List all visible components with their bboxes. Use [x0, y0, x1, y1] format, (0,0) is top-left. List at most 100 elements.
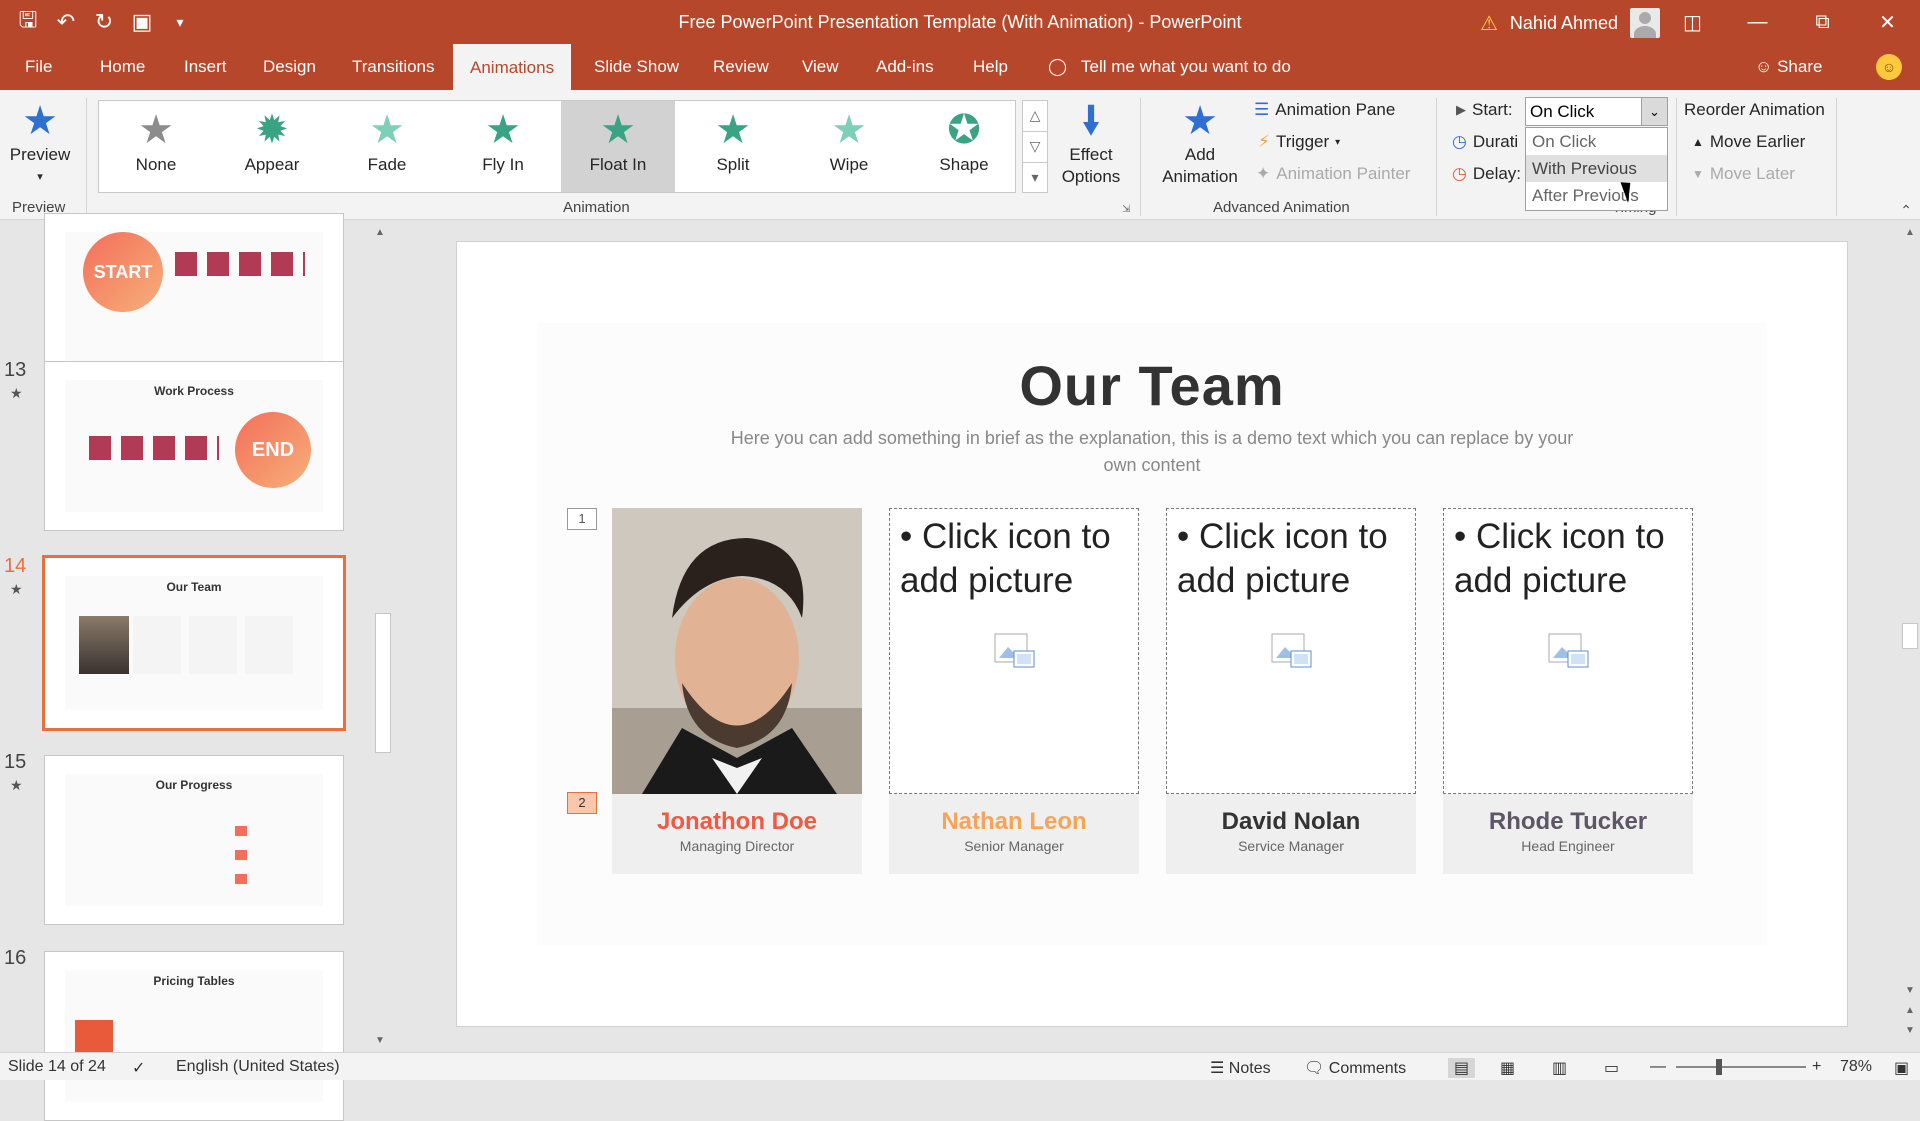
zoom-out-icon[interactable]: —	[1650, 1058, 1666, 1076]
member-name[interactable]: Jonathon Doe	[612, 808, 862, 836]
slide-sorter-icon[interactable]: ▦	[1500, 1058, 1515, 1078]
notes-button[interactable]: ☰ Notes	[1210, 1058, 1271, 1078]
thumbnails-scrollbar[interactable]: ▲ ▼	[373, 221, 393, 1051]
slide-thumbnail-15[interactable]: Our Progress	[44, 755, 344, 925]
option-after-previous[interactable]: After Previous	[1526, 182, 1667, 209]
slide-canvas[interactable]: Our Team Here you can add something in b…	[456, 241, 1848, 1027]
member-name[interactable]: Rhode Tucker	[1443, 808, 1693, 836]
tab-animations[interactable]: Animations	[453, 44, 572, 90]
spellcheck-icon[interactable]: ✓	[132, 1058, 145, 1078]
tab-file[interactable]: File	[25, 44, 52, 90]
tell-me-box[interactable]: ◯ Tell me what you want to do	[1048, 44, 1291, 90]
anim-fly-in[interactable]: ★ Fly In	[446, 101, 560, 192]
tab-transitions[interactable]: Transitions	[352, 44, 435, 90]
fit-to-window-icon[interactable]: ▣	[1894, 1058, 1909, 1078]
start-dropdown[interactable]: On Click ⌄	[1525, 97, 1668, 126]
anim-shape[interactable]: ✪ Shape	[907, 101, 1021, 192]
tab-insert[interactable]: Insert	[184, 44, 227, 90]
animation-tag-1[interactable]: 1	[567, 508, 597, 530]
team-member-3[interactable]: • Click icon to add picture David Nolan …	[1166, 508, 1416, 874]
option-with-previous[interactable]: With Previous	[1526, 155, 1667, 182]
member-role[interactable]: Managing Director	[612, 838, 862, 854]
picture-placeholder[interactable]: • Click icon to add picture	[889, 508, 1139, 794]
anim-none[interactable]: ★ None	[99, 101, 213, 192]
scroll-up-icon[interactable]: ▲	[375, 227, 385, 238]
zoom-in-icon[interactable]: +	[1812, 1058, 1821, 1076]
tab-design[interactable]: Design	[263, 44, 316, 90]
member-role[interactable]: Head Engineer	[1443, 838, 1693, 854]
editor-scrollbar[interactable]: ▲ ▼ ▲ ▼	[1900, 221, 1920, 1051]
trigger-button[interactable]: ⚡ Trigger ▾	[1258, 132, 1340, 152]
avatar[interactable]	[1630, 8, 1660, 38]
slide-thumbnail-14[interactable]: Our Team	[42, 555, 346, 731]
member-name[interactable]: David Nolan	[1166, 808, 1416, 836]
member-name[interactable]: Nathan Leon	[889, 808, 1139, 836]
anim-float-in[interactable]: ★ Float In	[561, 101, 675, 192]
scrollbar-thumb[interactable]	[375, 613, 391, 753]
slide-subtitle[interactable]: Here you can add something in brief as t…	[717, 425, 1587, 479]
picture-placeholder[interactable]: • Click icon to add picture	[1166, 508, 1416, 794]
previous-slide-icon[interactable]: ▲	[1905, 1005, 1915, 1016]
user-area[interactable]: ⚠ Nahid Ahmed	[1480, 8, 1660, 38]
add-animation-button[interactable]: ★ Add Animation	[1150, 98, 1250, 188]
reading-view-icon[interactable]: ▥	[1552, 1058, 1567, 1078]
normal-view-icon[interactable]: ▤	[1448, 1058, 1476, 1078]
scroll-down-icon[interactable]: ▼	[1905, 985, 1915, 996]
team-member-1[interactable]: Jonathon Doe Managing Director	[612, 508, 862, 874]
slideshow-icon[interactable]: ▭	[1604, 1058, 1619, 1078]
picture-placeholder[interactable]: • Click icon to add picture	[1443, 508, 1693, 794]
move-earlier-button[interactable]: ▲ Move Earlier	[1692, 132, 1805, 152]
animation-painter-button[interactable]: ✦ Animation Painter	[1256, 164, 1410, 184]
tab-add-ins[interactable]: Add-ins	[876, 44, 934, 90]
effect-options-button[interactable]: 🠛 Effect Options	[1050, 98, 1132, 188]
gallery-more-icon[interactable]: ▾	[1022, 162, 1048, 193]
restore-icon[interactable]: ⧉	[1790, 0, 1855, 44]
slide-thumbnail-13[interactable]: Work Process END	[44, 361, 344, 531]
member-role[interactable]: Senior Manager	[889, 838, 1139, 854]
insert-picture-icon[interactable]	[994, 633, 1036, 671]
scroll-down-icon[interactable]: ▼	[375, 1035, 385, 1046]
next-slide-icon[interactable]: ▼	[1905, 1025, 1915, 1036]
minimize-icon[interactable]: —	[1725, 0, 1790, 44]
close-icon[interactable]: ✕	[1855, 0, 1920, 44]
move-later-button[interactable]: ▼ Move Later	[1692, 164, 1795, 184]
slide-thumbnail-16[interactable]: Pricing Tables	[44, 951, 344, 1121]
language-indicator[interactable]: English (United States)	[176, 1058, 340, 1076]
team-member-4[interactable]: • Click icon to add picture Rhode Tucker…	[1443, 508, 1693, 874]
tab-help[interactable]: Help	[973, 44, 1008, 90]
tab-home[interactable]: Home	[100, 44, 145, 90]
zoom-slider-thumb[interactable]	[1716, 1059, 1722, 1075]
scroll-up-icon[interactable]: ▲	[1905, 227, 1915, 238]
tab-review[interactable]: Review	[713, 44, 769, 90]
share-button[interactable]: ☺ Share	[1755, 44, 1822, 90]
dialog-launcher-icon[interactable]: ⇲	[1122, 204, 1130, 215]
user-name[interactable]: Nahid Ahmed	[1510, 13, 1618, 34]
comments-button[interactable]: 🗨 Comments	[1304, 1058, 1406, 1078]
anim-fade[interactable]: ★ Fade	[330, 101, 444, 192]
animation-pane-button[interactable]: ☰ Animation Pane	[1254, 100, 1395, 120]
anim-appear[interactable]: ✹ Appear	[215, 101, 329, 192]
zoom-slider[interactable]	[1676, 1066, 1806, 1068]
gallery-up-icon[interactable]: △	[1022, 100, 1048, 131]
option-on-click[interactable]: On Click	[1526, 128, 1667, 155]
team-member-2[interactable]: • Click icon to add picture Nathan Leon …	[889, 508, 1139, 874]
chevron-down-icon[interactable]: ⌄	[1641, 98, 1667, 125]
member-role[interactable]: Service Manager	[1166, 838, 1416, 854]
insert-picture-icon[interactable]	[1271, 633, 1313, 671]
collapse-ribbon-icon[interactable]: ⌃	[1900, 202, 1912, 219]
slide-thumbnail-12[interactable]: START	[44, 213, 344, 383]
member-photo[interactable]	[612, 508, 862, 794]
feedback-smiley-icon[interactable]: ☺	[1876, 54, 1902, 80]
tab-slide-show[interactable]: Slide Show	[594, 44, 679, 90]
slide-title[interactable]: Our Team	[537, 353, 1767, 418]
tab-view[interactable]: View	[802, 44, 839, 90]
scrollbar-thumb[interactable]	[1902, 623, 1918, 649]
zoom-level[interactable]: 78%	[1840, 1058, 1872, 1076]
anim-wipe[interactable]: ★ Wipe	[792, 101, 906, 192]
preview-button[interactable]: ★ Preview ▾	[8, 98, 72, 188]
anim-split[interactable]: ★ Split	[676, 101, 790, 192]
ribbon-display-icon[interactable]: ◫	[1660, 0, 1725, 44]
insert-picture-icon[interactable]	[1548, 633, 1590, 671]
animation-tag-2[interactable]: 2	[567, 792, 597, 814]
gallery-down-icon[interactable]: ▽	[1022, 131, 1048, 162]
